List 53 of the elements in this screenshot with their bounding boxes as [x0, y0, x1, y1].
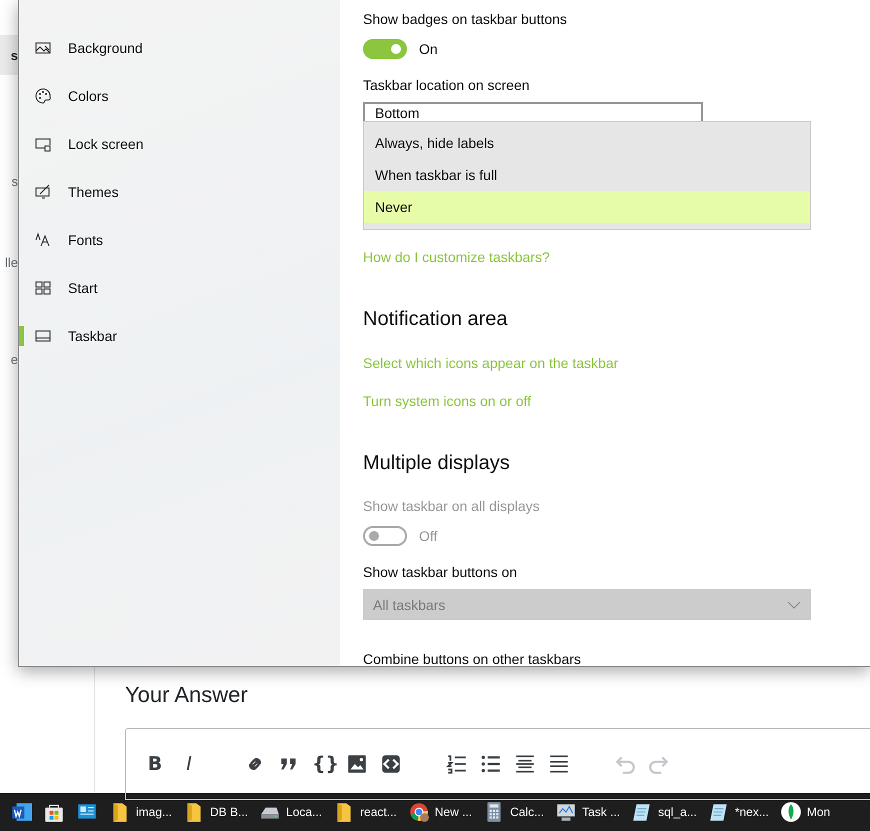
nav-item[interactable]: lle	[0, 242, 18, 282]
sidebar-item[interactable]: Background	[19, 24, 340, 72]
setting-label: Show taskbar on all displays	[363, 497, 541, 515]
fonts-icon	[35, 232, 51, 248]
sidebar-item[interactable]: Lock screen	[19, 120, 340, 168]
menu-option[interactable]: Never	[364, 191, 810, 223]
heading-icon[interactable]	[514, 753, 536, 775]
sidebar-item[interactable]: Taskbar	[19, 312, 340, 360]
brush-icon	[35, 184, 51, 200]
sidebar-item[interactable]: Colors	[19, 72, 340, 120]
taskbar-button[interactable]: react...	[333, 793, 408, 831]
sidebar-item[interactable]: Fonts	[19, 216, 340, 264]
section-heading: Notification area	[363, 307, 509, 331]
setting-label: Combine buttons on other taskbars	[363, 650, 582, 668]
taskbar-button[interactable]: DB B...	[183, 793, 260, 831]
toggle-switch[interactable]	[363, 39, 407, 59]
format-button[interactable]: I	[178, 753, 200, 775]
taskbar-button[interactable]: Mon	[780, 793, 842, 831]
taskbar-button[interactable]: New ...	[408, 793, 484, 831]
word-icon	[10, 801, 32, 823]
olist-icon[interactable]	[446, 753, 468, 775]
start-icon	[35, 280, 51, 296]
setting-label: Show badges on taskbar buttons	[363, 10, 568, 28]
section-heading: Multiple displays	[363, 451, 511, 475]
rule-icon[interactable]	[548, 753, 570, 775]
toggle-state-label: Off	[419, 528, 438, 544]
nav-item[interactable]: e	[0, 339, 18, 379]
sidebar-item[interactable]: Themes	[19, 168, 340, 216]
snippet-icon[interactable]	[380, 753, 402, 775]
nav-item[interactable]: s	[0, 35, 18, 75]
taskbar-icon	[35, 328, 51, 344]
taskbar-button[interactable]: sql_a...	[631, 793, 708, 831]
taskbar-button[interactable]: Task ...	[555, 793, 632, 831]
palette-icon	[35, 88, 51, 104]
taskbar-button[interactable]: Calc...	[483, 793, 556, 831]
menu-option[interactable]: When taskbar is full	[364, 159, 810, 191]
taskbar-button[interactable]: imag...	[109, 793, 184, 831]
nav-item[interactable]: s	[0, 161, 18, 201]
leaf-icon	[780, 801, 802, 823]
setting-label: Show taskbar buttons on	[363, 563, 518, 581]
ulist-icon[interactable]	[480, 753, 502, 775]
toggle-state-label: On	[419, 41, 438, 57]
lock-icon	[35, 136, 51, 152]
taskbar-button[interactable]: *nex...	[708, 793, 780, 831]
picture-icon	[35, 40, 51, 56]
setting-label: Taskbar location on screen	[363, 76, 531, 94]
image-icon[interactable]	[346, 753, 368, 775]
format-button[interactable]: B	[144, 753, 166, 775]
taskbar-button[interactable]: Loca...	[259, 793, 334, 831]
browser-icon	[408, 801, 430, 823]
section-heading: Your Answer	[125, 681, 249, 709]
sidebar-item[interactable]: Start	[19, 264, 340, 312]
chevron-icon	[787, 600, 801, 608]
